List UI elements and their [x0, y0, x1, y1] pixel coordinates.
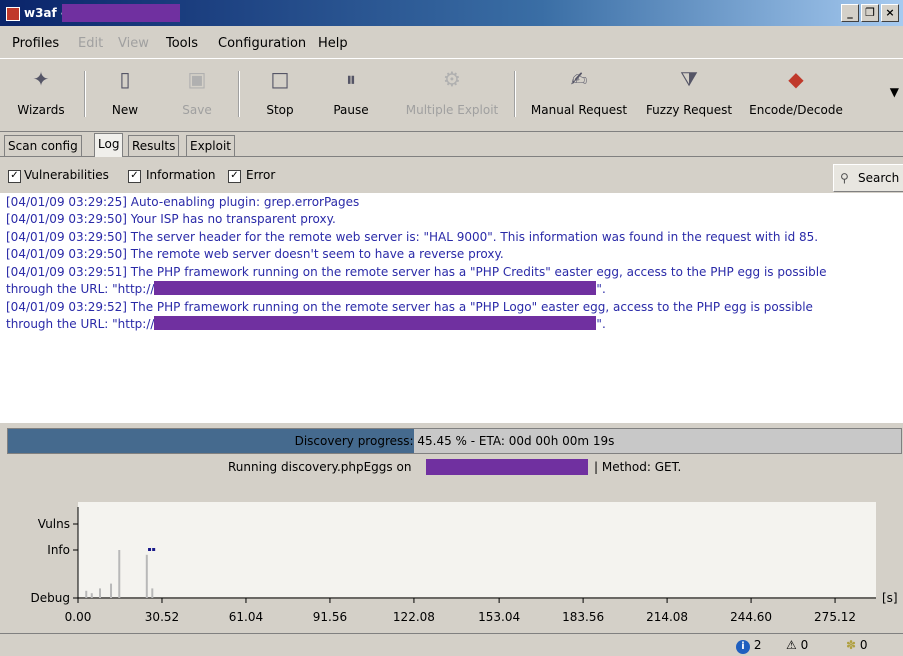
menu-help[interactable]: Help: [318, 36, 348, 51]
warning-status: ⚠ 0: [786, 638, 809, 652]
error-icon: ✽: [846, 638, 857, 652]
tab-log[interactable]: Log: [94, 133, 124, 157]
running-prefix: Running discovery.phpEggs on: [228, 460, 412, 474]
y-tick-label: Debug: [31, 591, 70, 605]
x-tick-label: 122.08: [393, 610, 435, 624]
close-icon[interactable]: ×: [881, 4, 899, 22]
log-line: [04/01/09 03:29:50] The server header fo…: [6, 230, 819, 244]
wizard-icon: ✦: [32, 67, 50, 91]
menu-view[interactable]: View: [118, 36, 149, 51]
info-icon: i: [736, 640, 750, 654]
new-button[interactable]: ▯ New: [100, 65, 150, 125]
manual-request-button[interactable]: ✍ Manual Request: [526, 65, 632, 125]
toolbar-separator: [84, 71, 86, 117]
toolbar: ✦ Wizards ▯ New ▣ Save □ Stop ⏸ Pause ⚙ …: [0, 58, 903, 132]
toolbar-separator: [514, 71, 516, 117]
minimize-icon[interactable]: _: [841, 4, 859, 22]
log-line: [04/01/09 03:29:50] Your ISP has no tran…: [6, 212, 336, 226]
x-tick-label: 244.60: [730, 610, 772, 624]
redacted-url: [154, 281, 597, 295]
x-unit-label: [s]: [882, 591, 898, 605]
redacted-url: [154, 316, 597, 330]
info-point: [152, 548, 156, 551]
x-tick-label: 0.00: [65, 610, 92, 624]
toolbar-overflow-icon[interactable]: ▼: [890, 85, 899, 99]
restore-icon[interactable]: ❐: [861, 4, 879, 22]
error-checkbox[interactable]: ✓: [228, 170, 241, 183]
running-suffix: | Method: GET.: [594, 460, 682, 474]
status-bar: i 2 ⚠ 0 ✽ 0: [0, 633, 903, 656]
x-tick-label: 183.56: [562, 610, 604, 624]
gear-icon: ⚙: [443, 67, 461, 91]
search-button[interactable]: ⚲ Search: [833, 164, 903, 192]
encode-decode-icon: ◆: [788, 67, 804, 91]
menu-edit[interactable]: Edit: [78, 36, 103, 51]
log-pane[interactable]: [04/01/09 03:29:25] Auto-enabling plugin…: [0, 193, 903, 423]
running-status: Running discovery.phpEggs on | Method: G…: [0, 459, 903, 480]
discovery-progress-bar: Discovery progress: 45.45 % - ETA: 00d 0…: [7, 428, 902, 454]
toolbar-separator: [238, 71, 240, 117]
menu-configuration[interactable]: Configuration: [218, 36, 306, 51]
error-status: ✽ 0: [846, 638, 868, 652]
tab-scan-config[interactable]: Scan config: [4, 135, 82, 156]
x-tick-label: 91.56: [313, 610, 347, 624]
redacted-target: [426, 459, 588, 475]
menu-tools[interactable]: Tools: [166, 36, 198, 51]
x-tick-label: 275.12: [814, 610, 856, 624]
stop-button[interactable]: □ Stop: [256, 65, 304, 125]
progress-label: Discovery progress: 45.45 % - ETA: 00d 0…: [294, 434, 615, 448]
save-button[interactable]: ▣ Save: [172, 65, 222, 125]
x-tick-label: 61.04: [229, 610, 263, 624]
x-tick-label: 153.04: [478, 610, 520, 624]
log-line: [04/01/09 03:29:50] The remote web serve…: [6, 247, 504, 261]
y-tick-label: Vulns: [38, 517, 70, 531]
title-bar: w3af - _ ❐ ×: [0, 0, 903, 26]
tab-exploit[interactable]: Exploit: [186, 135, 236, 156]
magnifier-icon: ⚲: [840, 171, 849, 185]
timeline-chart: Vulns Info Debug 0.00 30.52 61.04 91.56 122.08 1…: [31, 507, 898, 624]
new-document-icon: ▯: [119, 67, 131, 91]
log-line: through the URL: "http://".: [6, 281, 606, 296]
window-controls: _ ❐ ×: [841, 4, 899, 22]
info-point: [148, 548, 152, 551]
stop-icon: □: [270, 67, 290, 91]
app-icon: [6, 7, 20, 21]
vulnerabilities-label: Vulnerabilities: [24, 168, 109, 182]
error-label: Error: [246, 168, 276, 182]
fuzzy-request-button[interactable]: ⧩ Fuzzy Request: [640, 65, 738, 125]
information-checkbox[interactable]: ✓: [128, 170, 141, 183]
menu-profiles[interactable]: Profiles: [12, 36, 59, 51]
information-label: Information: [146, 168, 216, 182]
log-line: [04/01/09 03:29:52] The PHP framework ru…: [6, 300, 813, 314]
hand-icon: ✍: [570, 67, 588, 91]
info-status: i 2: [736, 638, 761, 654]
window-title: w3af -: [24, 6, 66, 20]
vulnerabilities-checkbox[interactable]: ✓: [8, 170, 21, 183]
main-tabs: Scan config Log Results Exploit: [0, 132, 903, 157]
log-filters: ✓ Vulnerabilities ✓ Information ✓ Error …: [0, 162, 903, 192]
wizards-button[interactable]: ✦ Wizards: [8, 65, 74, 125]
pause-button[interactable]: ⏸ Pause: [326, 65, 376, 125]
pause-icon: ⏸: [346, 67, 356, 91]
warning-icon: ⚠: [786, 638, 797, 652]
log-line: through the URL: "http://".: [6, 316, 606, 331]
encode-decode-button[interactable]: ◆ Encode/Decode: [744, 65, 848, 125]
multiple-exploit-button[interactable]: ⚙ Multiple Exploit: [400, 65, 504, 125]
save-icon: ▣: [187, 67, 207, 91]
tab-results[interactable]: Results: [128, 135, 180, 156]
menu-bar: Profiles Edit View Tools Configuration H…: [0, 28, 903, 56]
funnel-icon: ⧩: [680, 67, 698, 91]
y-tick-label: Info: [47, 543, 70, 557]
log-line: [04/01/09 03:29:51] The PHP framework ru…: [6, 265, 827, 279]
x-tick-label: 214.08: [646, 610, 688, 624]
redacted-title-block: [62, 4, 180, 22]
log-line: [04/01/09 03:29:25] Auto-enabling plugin…: [6, 195, 360, 209]
x-tick-label: 30.52: [145, 610, 179, 624]
